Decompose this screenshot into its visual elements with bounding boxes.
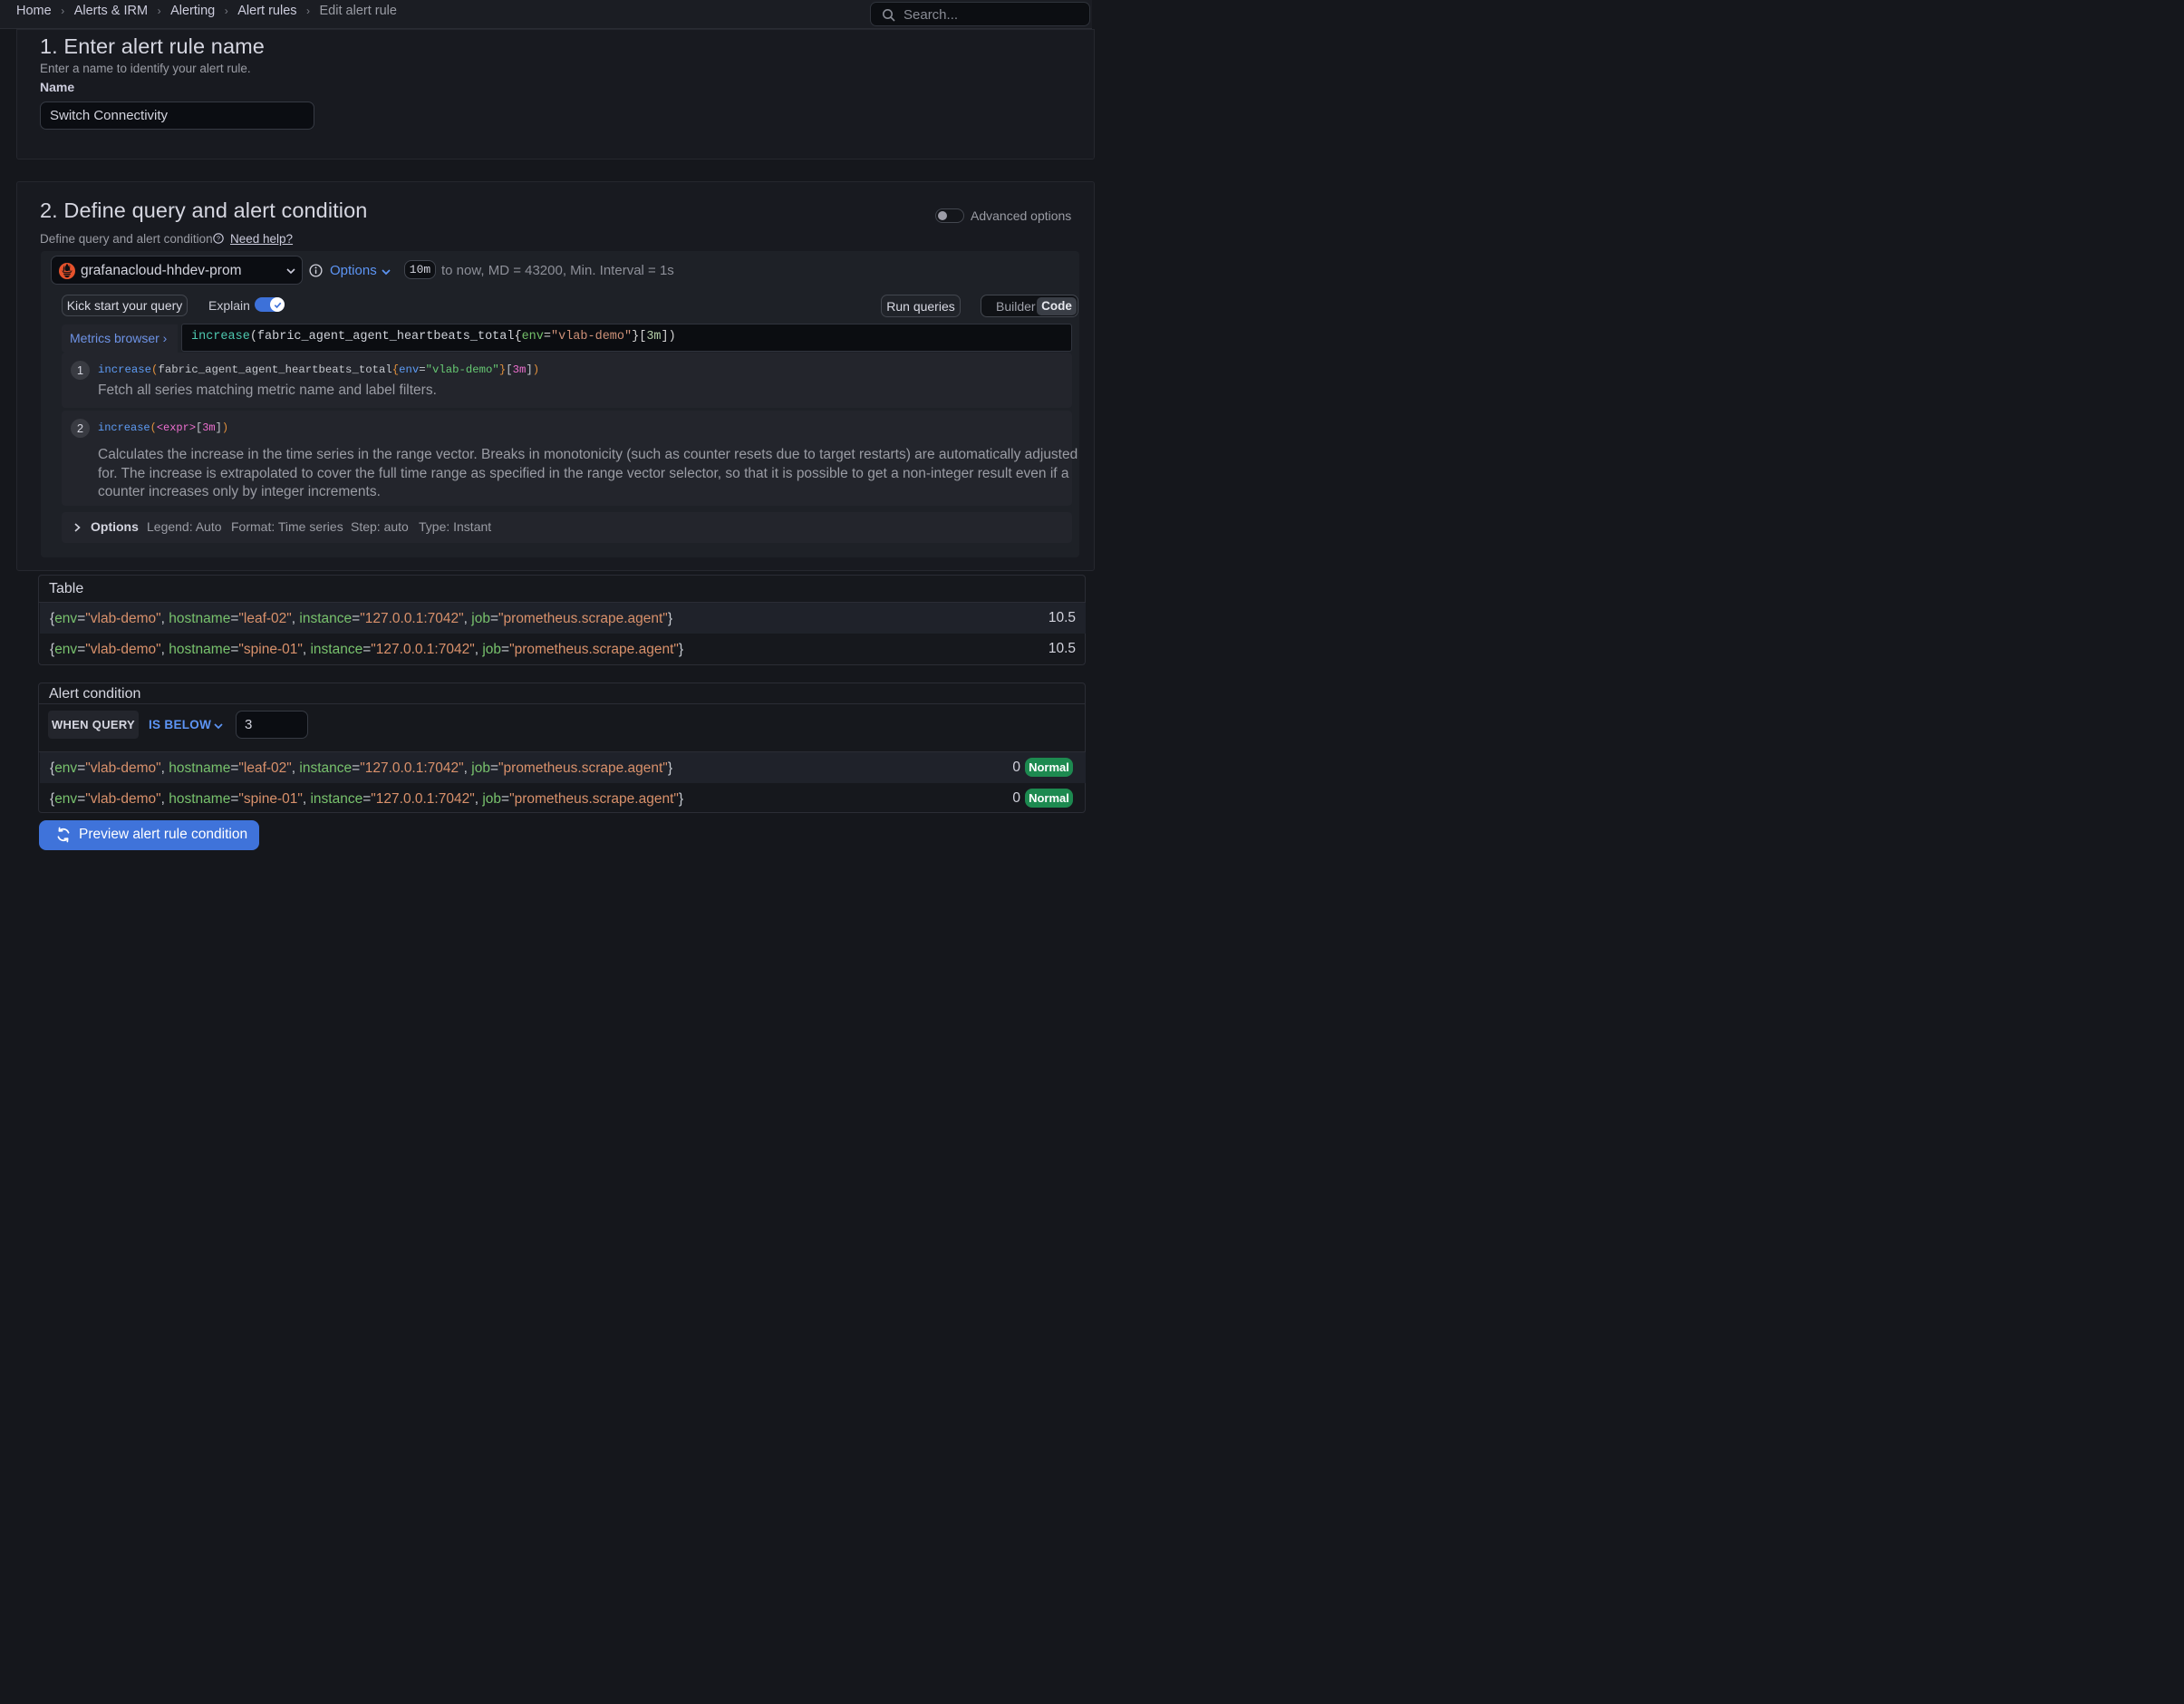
svg-text:?: ? [217,235,220,242]
